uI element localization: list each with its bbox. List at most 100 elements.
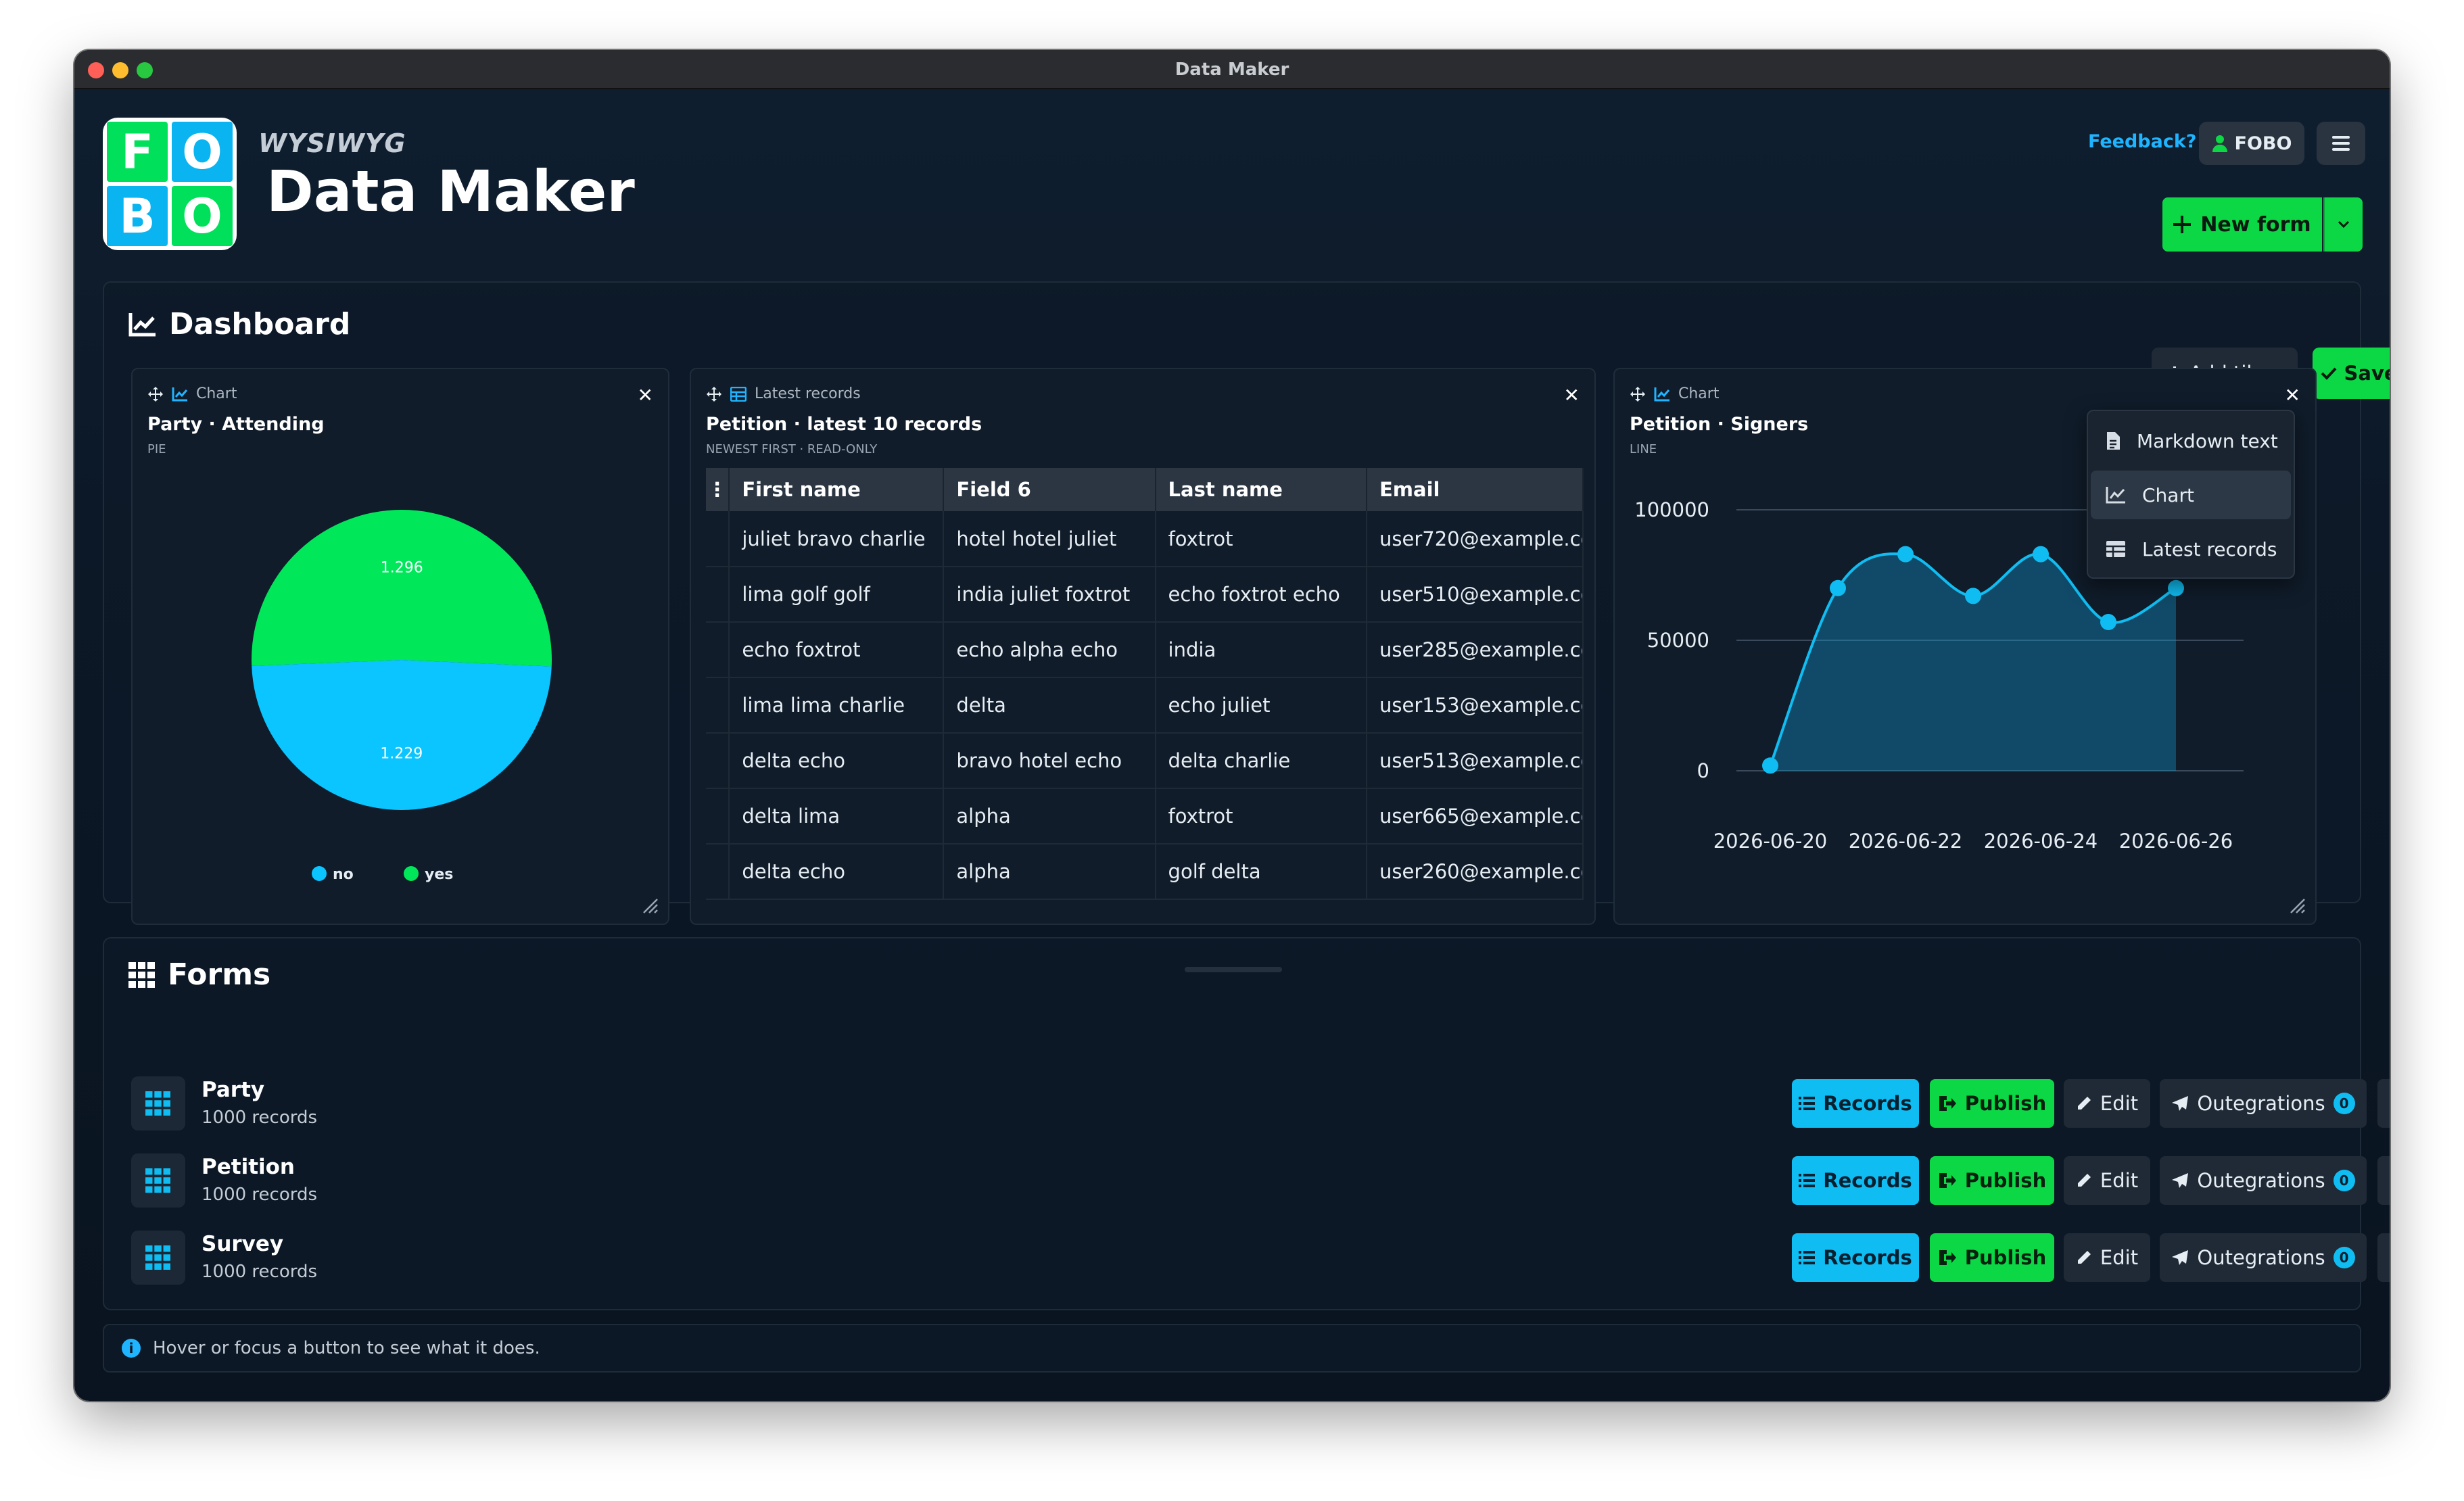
- more-options-button[interactable]: [2377, 1156, 2390, 1205]
- outegrations-button[interactable]: Outegrations 0: [2160, 1233, 2367, 1282]
- close-tile-button[interactable]: ✕: [2285, 384, 2300, 406]
- logo-letter: B: [107, 186, 168, 246]
- records-label: Records: [1823, 1092, 1912, 1115]
- menu-item-label: Markdown text: [2137, 429, 2278, 452]
- pencil-icon: [2077, 1097, 2091, 1110]
- row-gutter: [706, 677, 730, 734]
- pie-slice-no[interactable]: [252, 660, 552, 811]
- table-row[interactable]: delta echo alpha golf delta user260@example…: [706, 844, 1584, 900]
- save-button[interactable]: Save: [2313, 348, 2390, 399]
- outegrations-label: Outegrations: [2197, 1246, 2325, 1269]
- tile-kind: Chart: [1678, 385, 1720, 402]
- form-row: Survey 1000 records Records Publish Edit Oute…: [131, 1226, 2390, 1287]
- data-point[interactable]: [1965, 588, 1981, 604]
- chart-line-icon: [128, 312, 156, 336]
- list-icon: [1799, 1174, 1816, 1187]
- send-icon: [2172, 1096, 2189, 1111]
- column-menu-icon[interactable]: ⋮: [706, 468, 730, 511]
- column-header[interactable]: Email: [1367, 468, 1584, 511]
- resize-handle-icon[interactable]: [641, 897, 659, 914]
- data-point[interactable]: [1830, 579, 1846, 596]
- table-row[interactable]: delta limaalphafoxtrotuser665@example.co…: [706, 788, 1584, 844]
- move-icon[interactable]: [706, 386, 722, 402]
- form-name[interactable]: Party: [202, 1078, 264, 1102]
- edit-button[interactable]: Edit: [2064, 1156, 2150, 1205]
- logo-letter: F: [107, 122, 168, 182]
- table-cell: alpha: [943, 788, 1156, 844]
- user-button[interactable]: FOBO: [2199, 122, 2304, 165]
- table-row[interactable]: juliet bravo charlie hotel hotel juliet fo…: [706, 511, 1584, 567]
- more-options-button[interactable]: [2377, 1233, 2390, 1282]
- tile-header: Latest records: [706, 385, 861, 402]
- app-title: Data Maker: [266, 158, 635, 224]
- move-icon[interactable]: [1630, 386, 1646, 402]
- column-header[interactable]: Field 6: [943, 468, 1156, 511]
- column-header[interactable]: First name: [729, 468, 945, 511]
- legend-swatch-yes: [404, 866, 419, 881]
- close-tile-button[interactable]: ✕: [1564, 384, 1580, 406]
- table-row[interactable]: lima golf golf india juliet foxtrot echo f…: [706, 567, 1584, 623]
- table-icon: [730, 386, 747, 402]
- send-icon: [2172, 1173, 2189, 1188]
- records-button[interactable]: Records: [1792, 1079, 1919, 1128]
- form-name[interactable]: Petition: [202, 1155, 295, 1179]
- resize-handle-icon[interactable]: [2288, 897, 2306, 914]
- publish-icon: [1939, 1096, 1956, 1111]
- new-form-button[interactable]: New form: [2162, 197, 2322, 252]
- dashboard-title: Dashboard: [169, 307, 351, 341]
- data-point[interactable]: [2100, 613, 2116, 630]
- publish-button[interactable]: Publish: [1930, 1233, 2054, 1282]
- close-tile-button[interactable]: ✕: [638, 384, 653, 406]
- table-cell: hotel hotel juliet: [943, 511, 1156, 567]
- form-name[interactable]: Survey: [202, 1232, 283, 1256]
- more-options-button[interactable]: [2377, 1079, 2390, 1128]
- hamburger-menu-button[interactable]: [2317, 122, 2365, 165]
- outegrations-button[interactable]: Outegrations 0: [2160, 1156, 2367, 1205]
- table-header-row: ⋮ First name Field 6 Last name Email: [706, 468, 1584, 511]
- chevron-down-icon: [2338, 220, 2350, 229]
- tile-header: Chart: [147, 385, 237, 402]
- table-row[interactable]: lima lima charlie delta echo juliet user153…: [706, 677, 1584, 734]
- table-cell: india juliet foxtrot: [943, 567, 1156, 623]
- table-row[interactable]: echo foxtrot echo alpha echo india user285@…: [706, 622, 1584, 678]
- menu-item-markdown-text[interactable]: Markdown text: [2091, 416, 2291, 465]
- pie-chart: 1.229 1.296 no yes: [252, 510, 552, 883]
- table-icon: [2106, 541, 2125, 557]
- new-form-dropdown-button[interactable]: [2323, 197, 2363, 252]
- outegrations-button[interactable]: Outegrations 0: [2160, 1079, 2367, 1128]
- move-icon[interactable]: [147, 386, 164, 402]
- list-icon: [1799, 1097, 1816, 1110]
- records-button[interactable]: Records: [1792, 1233, 1919, 1282]
- y-tick-label: 0: [1697, 759, 1709, 782]
- publish-button[interactable]: Publish: [1930, 1156, 2054, 1205]
- data-point[interactable]: [1897, 546, 1914, 563]
- data-point[interactable]: [2168, 579, 2184, 596]
- x-tick-label: 2026-06-24: [1984, 830, 2098, 853]
- data-point[interactable]: [1762, 757, 1778, 774]
- app-window: Data Maker F O B O WYSIWYG Data Maker Fe…: [74, 50, 2390, 1401]
- window-title: Data Maker: [1175, 59, 1289, 80]
- dashboard-heading: Dashboard: [128, 307, 350, 341]
- column-header[interactable]: Last name: [1155, 468, 1368, 511]
- edit-label: Edit: [2100, 1169, 2139, 1192]
- edit-button[interactable]: Edit: [2064, 1233, 2150, 1282]
- feedback-link[interactable]: Feedback?: [2088, 131, 2196, 152]
- menu-item-latest-records[interactable]: Latest records: [2091, 525, 2291, 573]
- outegrations-count-badge: 0: [2333, 1170, 2355, 1191]
- table-row[interactable]: delta echo bravo hotel echo delta charlie u…: [706, 733, 1584, 789]
- send-icon: [2172, 1250, 2189, 1265]
- edit-button[interactable]: Edit: [2064, 1079, 2150, 1128]
- data-point[interactable]: [2033, 546, 2049, 563]
- form-record-count: 1000 records: [202, 1107, 318, 1128]
- table-cell: juliet bravo charlie: [729, 511, 945, 567]
- logo-letter: O: [172, 186, 233, 246]
- tile-subtitle: PIE: [147, 442, 166, 456]
- logo-letter: O: [172, 122, 233, 182]
- save-label: Save: [2344, 362, 2390, 385]
- legend-label-yes: yes: [425, 866, 453, 883]
- pie-slice-yes[interactable]: [252, 510, 552, 667]
- menu-item-chart[interactable]: Chart: [2091, 471, 2291, 519]
- tile-name: Petition · Signers: [1630, 414, 1809, 435]
- records-button[interactable]: Records: [1792, 1156, 1919, 1205]
- publish-button[interactable]: Publish: [1930, 1079, 2054, 1128]
